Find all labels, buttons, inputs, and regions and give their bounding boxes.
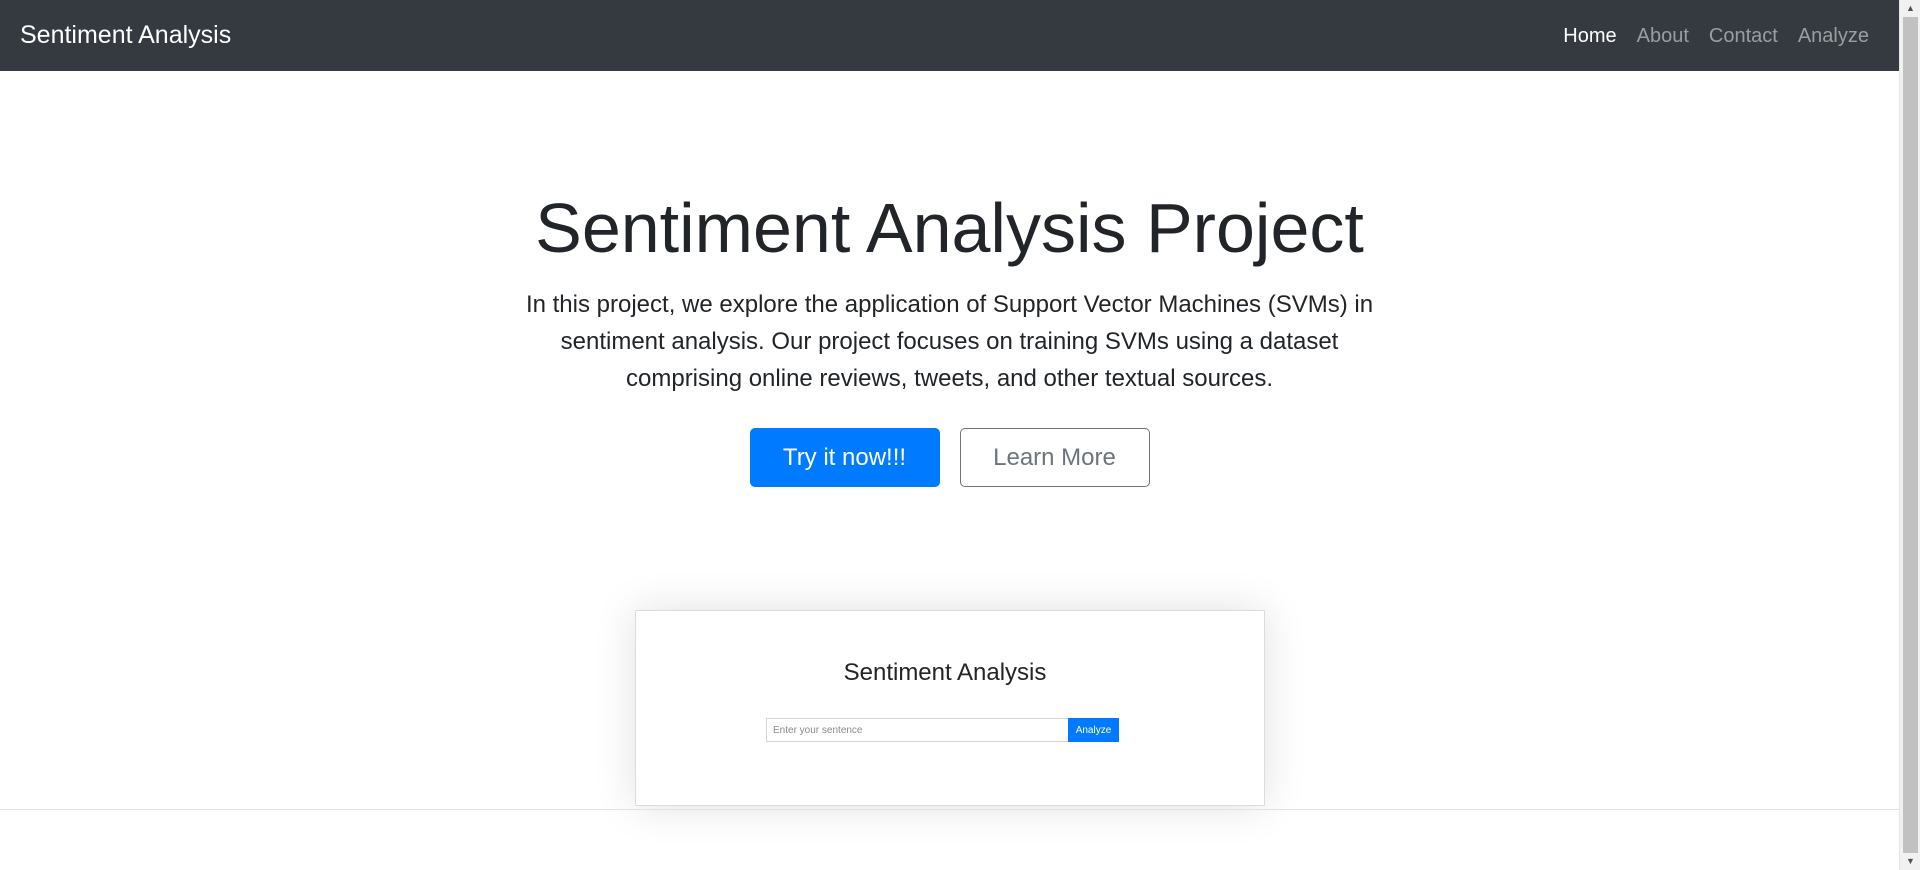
- demo-preview-card: Sentiment Analysis Analyze: [635, 610, 1265, 806]
- nav-links: Home About Contact Analyze: [1563, 26, 1879, 46]
- nav-link-analyze[interactable]: Analyze: [1798, 26, 1869, 46]
- vertical-scrollbar[interactable]: ▲ ▼: [1899, 0, 1920, 870]
- demo-title: Sentiment Analysis: [843, 659, 1047, 686]
- nav-link-home[interactable]: Home: [1563, 26, 1616, 46]
- nav-link-contact[interactable]: Contact: [1709, 26, 1778, 46]
- hero-title: Sentiment Analysis Project: [535, 189, 1364, 267]
- navbar-brand[interactable]: Sentiment Analysis: [20, 23, 231, 48]
- try-it-now-button[interactable]: Try it now!!!: [749, 428, 940, 487]
- nav-link-about[interactable]: About: [1637, 26, 1689, 46]
- learn-more-button[interactable]: Learn More: [959, 428, 1150, 487]
- footer-divider: [0, 809, 1899, 810]
- demo-form: Analyze: [766, 718, 1119, 742]
- page: Sentiment Analysis Home About Contact An…: [0, 0, 1899, 870]
- analyze-button[interactable]: Analyze: [1068, 718, 1119, 742]
- scrollbar-thumb[interactable]: [1903, 17, 1918, 853]
- scroll-up-arrow-icon[interactable]: ▲: [1900, 0, 1920, 17]
- sentence-input[interactable]: [766, 718, 1068, 742]
- navbar: Sentiment Analysis Home About Contact An…: [0, 0, 1899, 71]
- hero-description: In this project, we explore the applicat…: [525, 291, 1374, 392]
- hero-actions: Try it now!!! Learn More: [0, 428, 1899, 487]
- scroll-down-arrow-icon[interactable]: ▼: [1900, 853, 1920, 870]
